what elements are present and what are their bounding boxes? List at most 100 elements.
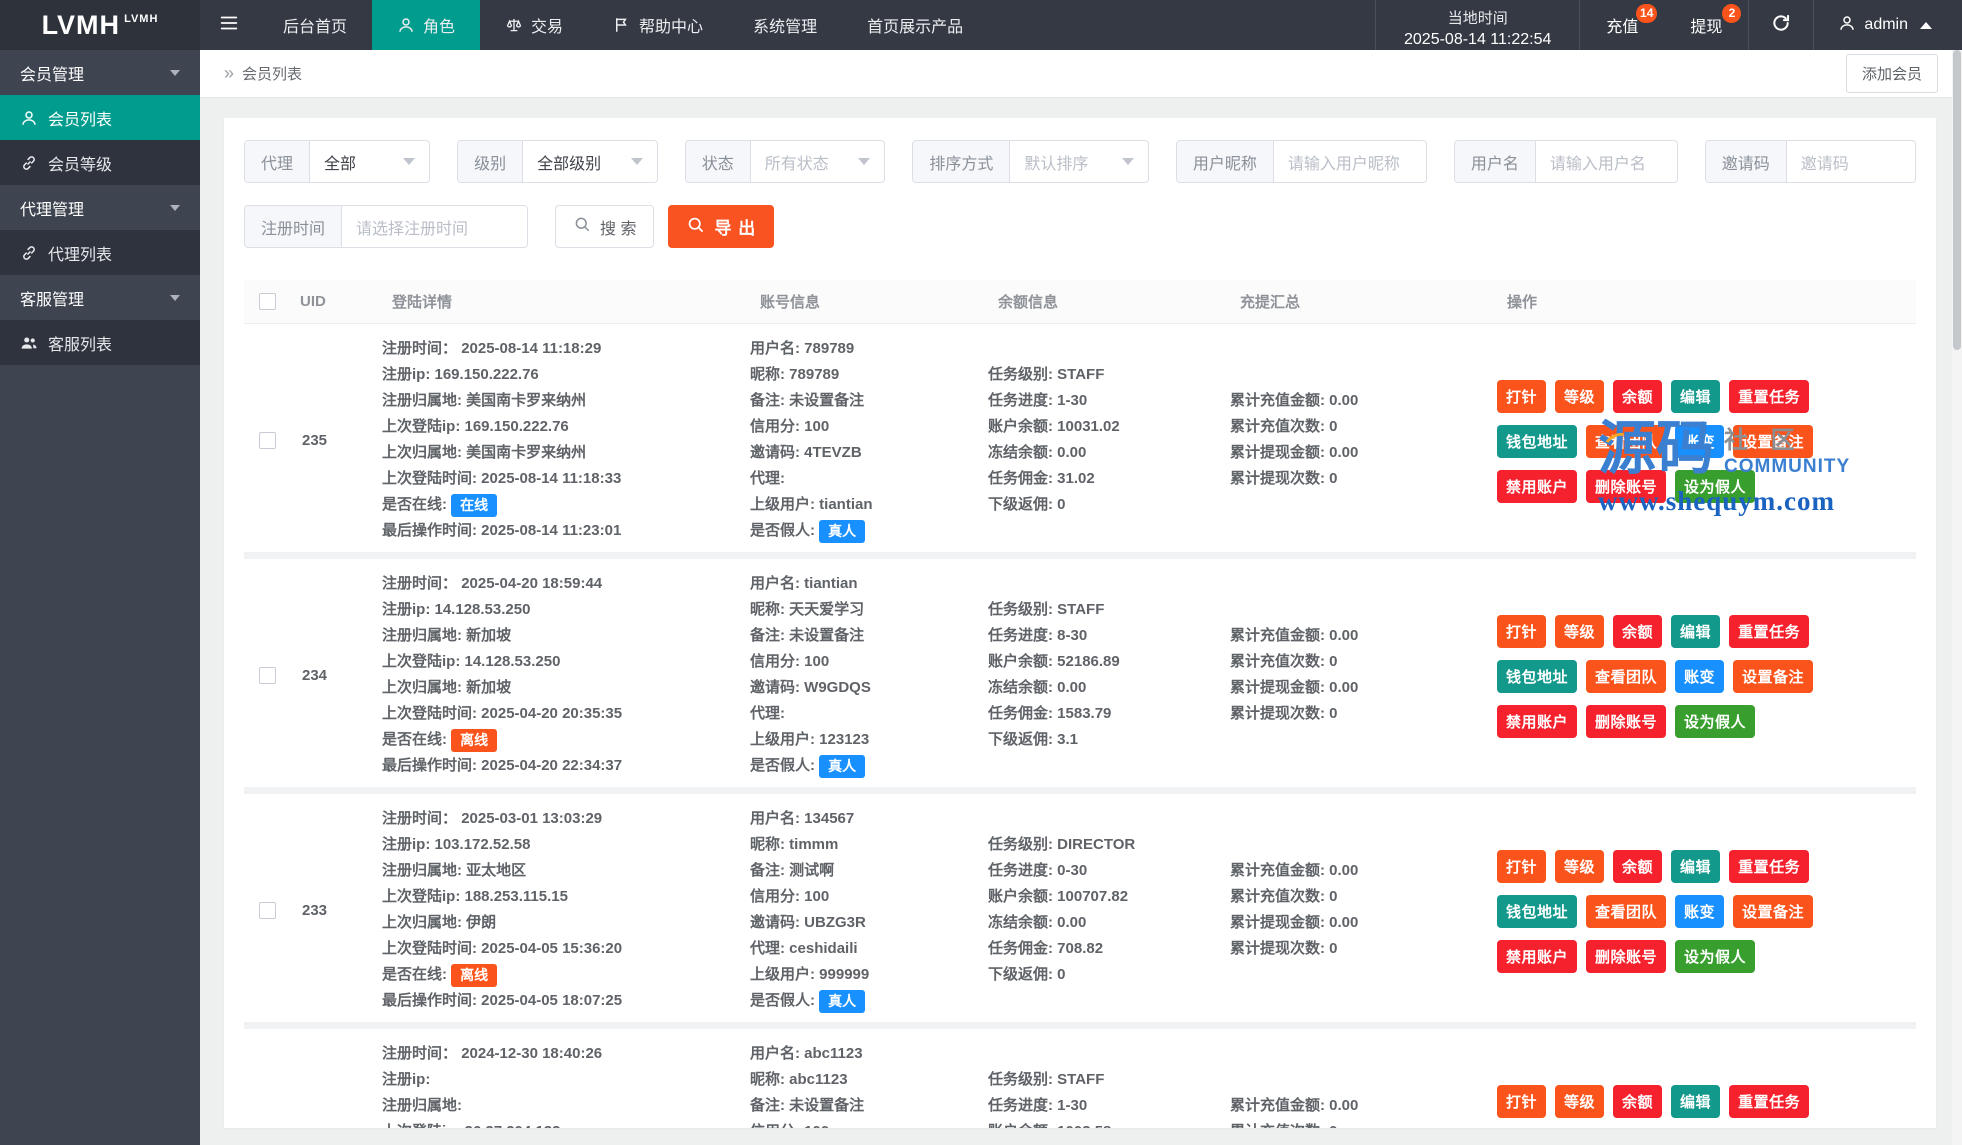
export-button[interactable]: 导 出 [668,205,775,248]
action-button[interactable]: 余额 [1613,380,1663,413]
action-button[interactable]: 禁用账户 [1497,705,1578,738]
action-button[interactable]: 设为假人 [1675,940,1756,973]
row-checkbox[interactable] [258,666,276,684]
user-icon [20,109,38,127]
refresh-button[interactable] [1748,0,1815,50]
action-button[interactable]: 等级 [1555,1085,1605,1118]
reg-time-input[interactable]: 请选择注册时间 [342,206,527,247]
action-button[interactable]: 余额 [1613,615,1663,648]
top-nav-menu: 后台首页 角色 交易 帮助中心 系统管理 首页展示产品 [258,0,988,50]
recharge-button[interactable]: 充值 14 [1580,0,1664,50]
field-online: 是否在线: 离线 [382,962,750,988]
row-checkbox[interactable] [258,901,276,919]
action-button[interactable]: 打针 [1497,380,1547,413]
row-checkbox[interactable] [258,431,276,449]
nav-item-help-center[interactable]: 帮助中心 [588,0,728,50]
action-button[interactable]: 打针 [1497,615,1547,648]
action-button[interactable]: 重置任务 [1729,850,1810,883]
filter-status-select[interactable]: 所有状态 [751,141,885,182]
action-button[interactable]: 等级 [1555,615,1605,648]
action-button[interactable]: 钱包地址 [1497,895,1578,928]
action-button[interactable]: 账变 [1675,895,1725,928]
action-button[interactable]: 余额 [1613,850,1663,883]
field-agent: 代理: ceshidaili [750,940,858,957]
nav-item-home-products[interactable]: 首页展示产品 [842,0,988,50]
sidebar-item-member-level[interactable]: 会员等级 [0,140,200,185]
sidebar-group-support-management[interactable]: 客服管理 [0,275,200,320]
sidebar-group-member-management[interactable]: 会员管理 [0,50,200,95]
filter-sort-select[interactable]: 默认排序 [1010,141,1147,182]
action-button[interactable]: 钱包地址 [1497,425,1578,458]
field-level: 任务级别: DIRECTOR [988,836,1136,853]
action-button[interactable]: 打针 [1497,1085,1547,1118]
search-icon [686,215,705,239]
filter-invite-code-value: 邀请码 [1800,155,1849,173]
column-header-summary: 充提汇总 [1240,294,1301,311]
action-button[interactable]: 设为假人 [1675,705,1756,738]
nav-item-trade[interactable]: 交易 [480,0,588,50]
field-online: 是否在线: 离线 [382,727,750,753]
app-root: LVMH LVMH 后台首页 角色 交易 帮助中心 系统管理 首页展示产品 当地时间 202… [0,0,1962,1145]
nav-item-label: 帮助中心 [639,19,704,36]
action-button[interactable]: 重置任务 [1729,615,1810,648]
action-button[interactable]: 编辑 [1671,850,1721,883]
filter-reg-time-label: 注册时间 [245,206,343,247]
filter-agent-label: 代理 [245,141,311,182]
sidebar-toggle-button[interactable] [200,0,258,50]
add-member-button[interactable]: 添加会员 [1845,54,1938,93]
action-button[interactable]: 账变 [1675,660,1725,693]
table-row: 234 注册时间： 2025-04-20 18:59:44 注册ip: 14.12… [244,559,1916,794]
watermark-url: www.shequym.com [1598,486,1836,516]
nav-item-dashboard[interactable]: 后台首页 [258,0,372,50]
filter-invite-code-input[interactable]: 邀请码 [1787,141,1915,182]
action-button[interactable]: 禁用账户 [1497,940,1578,973]
scrollbar-thumb[interactable] [1953,50,1961,350]
nav-item-roles[interactable]: 角色 [372,0,481,50]
action-button[interactable]: 编辑 [1671,1085,1721,1118]
filter-agent: 代理 全部 [244,140,431,183]
select-all-checkbox[interactable] [258,293,276,310]
nav-item-label: 后台首页 [283,19,348,36]
status-badge: 真人 [819,989,866,1013]
sidebar-item-agent-list[interactable]: 代理列表 [0,230,200,275]
column-header-actions: 操作 [1507,294,1538,311]
sidebar-group-label: 客服管理 [20,291,85,309]
top-nav-right: 当地时间 2025-08-14 11:22:54 充值 14 提现 2 admi… [1375,0,1962,50]
user-menu[interactable]: admin [1814,0,1962,50]
scrollbar[interactable] [1952,50,1962,1145]
sidebar-item-support-list[interactable]: 客服列表 [0,320,200,365]
sidebar-group-agent-management[interactable]: 代理管理 [0,185,200,230]
actions-row: 打针 等级 余额 编辑 重置任务 [1497,380,1810,413]
nav-item-system[interactable]: 系统管理 [728,0,842,50]
action-button[interactable]: 等级 [1555,380,1605,413]
withdraw-button[interactable]: 提现 2 [1664,0,1748,50]
action-button[interactable]: 删除账号 [1586,940,1667,973]
action-button[interactable]: 余额 [1613,1085,1663,1118]
action-button[interactable]: 钱包地址 [1497,660,1578,693]
action-button[interactable]: 编辑 [1671,380,1721,413]
action-button[interactable]: 编辑 [1671,615,1721,648]
action-button[interactable]: 等级 [1555,850,1605,883]
actions-row: 钱包地址 查看团队 账变 设置备注 [1497,895,1814,928]
filter-agent-select[interactable]: 全部 [310,141,429,182]
field-last_ip: 上次登陆ip: 14.128.53.250 [382,653,561,670]
action-button[interactable]: 设置备注 [1733,895,1814,928]
filter-row-1: 代理 全部 级别 全部级别 状态 所有状态 排序方式 默认排序 用户昵称 请输入用户昵称 用户名 请输… [244,140,1916,183]
action-button[interactable]: 打针 [1497,850,1547,883]
local-time-label: 当地时间 [1447,9,1508,27]
action-button[interactable]: 禁用账户 [1497,470,1578,503]
filter-username-input[interactable]: 请输入用户名 [1536,141,1677,182]
action-button[interactable]: 设置备注 [1733,660,1814,693]
search-button[interactable]: 搜 索 [555,205,655,248]
filter-nickname-input[interactable]: 请输入用户昵称 [1274,141,1426,182]
table-row: 233 注册时间： 2025-03-01 13:03:29 注册ip: 103.1… [244,794,1916,1029]
login-details: 注册时间： 2025-03-01 13:03:29 注册ip: 103.172.5… [382,806,750,1014]
filter-level-select[interactable]: 全部级别 [523,141,657,182]
field-username: 用户名: 789789 [750,340,855,357]
action-button[interactable]: 重置任务 [1729,1085,1810,1118]
action-button[interactable]: 查看团队 [1586,660,1667,693]
action-button[interactable]: 查看团队 [1586,895,1667,928]
sidebar-item-member-list[interactable]: 会员列表 [0,95,200,140]
action-button[interactable]: 重置任务 [1729,380,1810,413]
action-button[interactable]: 删除账号 [1586,705,1667,738]
